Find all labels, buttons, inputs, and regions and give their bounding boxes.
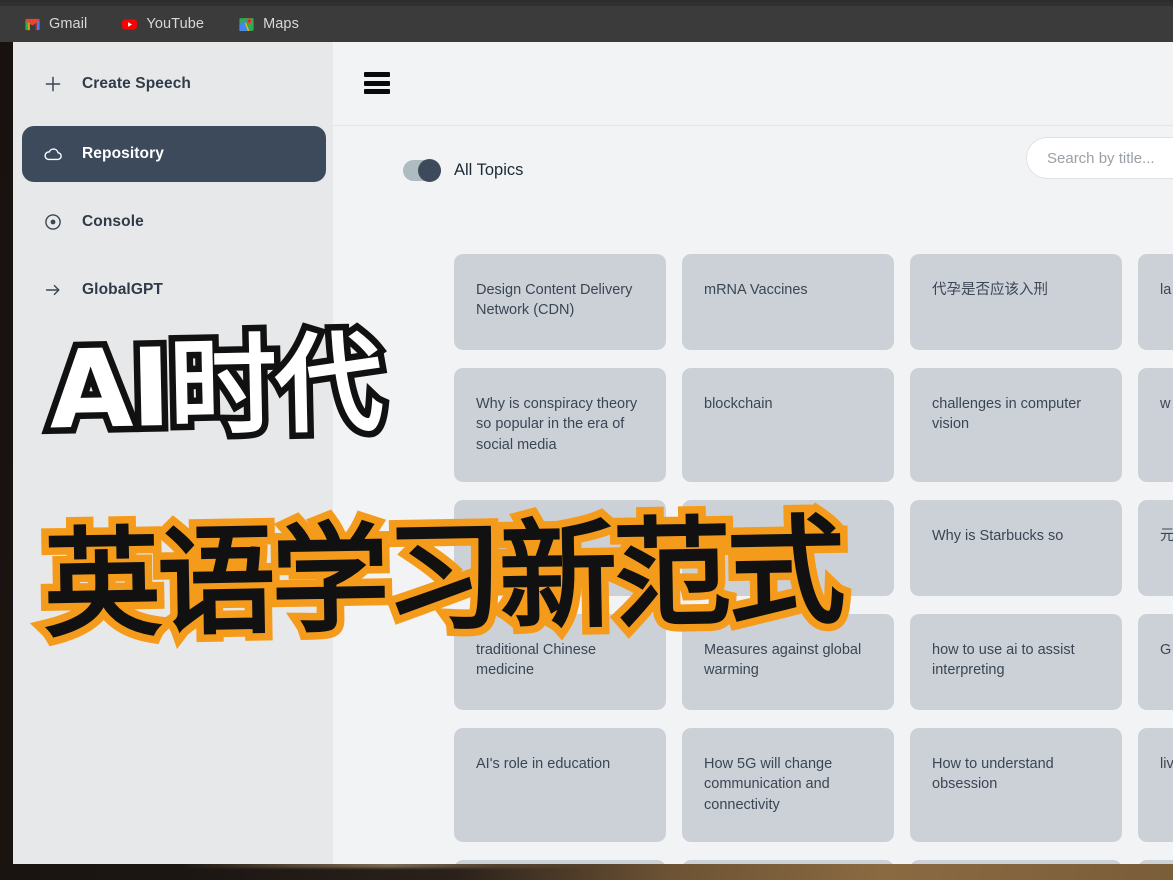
cloud-icon	[44, 145, 62, 163]
topic-card-title: blockchain	[704, 396, 773, 412]
topic-card[interactable]: AI's role in education	[454, 728, 666, 842]
topic-card[interactable]: 元	[1138, 500, 1173, 596]
gmail-icon	[25, 18, 40, 30]
toggle-knob	[418, 159, 441, 182]
sidebar-item-repository[interactable]: Repository	[22, 126, 326, 182]
youtube-icon	[122, 19, 138, 29]
chrome-tabstrip-edge	[0, 2, 1173, 6]
topic-card-title: Design Content Delivery Network (CDN)	[476, 282, 633, 319]
sidebar-item-label: GlobalGPT	[82, 281, 163, 298]
sidebar-item-console[interactable]: Console	[22, 194, 326, 250]
topic-card-title: G	[1160, 642, 1172, 658]
browser-chrome: Gmail YouTube Maps	[0, 0, 1173, 42]
topic-card-title: Why is Starbucks so	[932, 528, 1064, 544]
topic-card-grid-container: Design Content Delivery Network (CDN) mRN…	[333, 219, 1173, 864]
topic-card[interactable]: mRNA Vaccines	[682, 254, 894, 350]
topic-card[interactable]: blockchain	[682, 368, 894, 482]
topic-card[interactable]: 政府透明度	[682, 860, 894, 864]
topic-card-title: Measures against global warming	[704, 642, 862, 679]
sidebar: Create Speech Repository Console GlobalG…	[13, 42, 333, 864]
sidebar-item-label: Repository	[82, 145, 164, 162]
topic-card-title: la ap	[1160, 282, 1173, 298]
web-app-viewport: Create Speech Repository Console GlobalG…	[13, 42, 1173, 864]
topic-card[interactable]: liv	[1138, 728, 1173, 842]
topic-card[interactable]: G	[1138, 614, 1173, 710]
topic-card-title: challenges in computer vision	[932, 396, 1082, 433]
toggle-switch[interactable]	[403, 159, 441, 182]
sidebar-item-label: Create Speech	[82, 75, 191, 92]
topic-card[interactable]: The future of renewable	[454, 860, 666, 864]
all-topics-toggle[interactable]: All Topics	[403, 159, 524, 182]
topic-card-title: 代孕是否应该入刑	[932, 282, 1048, 298]
sidebar-item-create-speech[interactable]: Create Speech	[22, 56, 326, 112]
topic-card[interactable]: how to use ai to assist interpreting	[910, 614, 1122, 710]
bookmark-maps[interactable]: Maps	[234, 13, 303, 36]
bookmark-gmail[interactable]: Gmail	[20, 13, 91, 36]
topic-card[interactable]: 文化遗产	[454, 500, 666, 596]
topic-card[interactable]: Why is Starbucks so	[910, 500, 1122, 596]
topic-card-title: 元	[1160, 528, 1173, 544]
topic-card-title: How 5G will change communication and con…	[704, 756, 833, 813]
topic-card-title: 文化遗产	[476, 528, 534, 544]
main-content: All Topics Design Content Delivery Netwo…	[333, 42, 1173, 864]
topic-card[interactable]: Th	[1138, 860, 1173, 864]
topic-card-title: how to use ai to assist interpreting	[932, 642, 1075, 679]
topic-card-title: How to understand obsession	[932, 756, 1054, 793]
topic-card[interactable]: Measures against global warming	[682, 614, 894, 710]
filter-bar: All Topics	[333, 127, 1173, 219]
app-header	[333, 42, 1173, 126]
topic-card[interactable]: How 5G will change communication and con…	[682, 728, 894, 842]
maps-icon	[239, 17, 254, 31]
all-topics-label: All Topics	[454, 161, 524, 179]
sidebar-item-label: Console	[82, 213, 144, 230]
topic-card-grid: Design Content Delivery Network (CDN) mRN…	[454, 254, 1173, 864]
sidebar-item-globalgpt[interactable]: GlobalGPT	[22, 262, 326, 318]
bookmark-label: YouTube	[146, 16, 205, 32]
topic-card[interactable]: How will crypto currency	[910, 860, 1122, 864]
topic-card[interactable]: la ap	[1138, 254, 1173, 350]
topic-card-title: liv	[1160, 756, 1173, 772]
topic-card-title: AI's role in education	[476, 756, 611, 772]
topic-card-title: traditional Chinese medicine	[476, 642, 597, 679]
topic-card[interactable]: challenges in computer vision	[910, 368, 1122, 482]
hamburger-menu-icon[interactable]	[364, 72, 390, 94]
topic-card[interactable]: How to understand obsession	[910, 728, 1122, 842]
topic-card[interactable]: 代孕是否应该入刑	[910, 254, 1122, 350]
bookmark-label: Gmail	[49, 16, 88, 32]
topic-card[interactable]	[682, 500, 894, 596]
topic-card[interactable]: Why is conspiracy theory so popular in t…	[454, 368, 666, 482]
bookmarks-bar: Gmail YouTube Maps	[20, 8, 303, 40]
plus-icon	[44, 75, 62, 93]
bookmark-youtube[interactable]: YouTube	[117, 13, 208, 36]
topic-card-title: w	[1160, 396, 1171, 412]
arrow-right-icon	[44, 281, 62, 299]
topic-card-title: Why is conspiracy theory so popular in t…	[476, 396, 638, 453]
topic-card-title: mRNA Vaccines	[704, 282, 808, 298]
topic-card[interactable]: traditional Chinese medicine	[454, 614, 666, 710]
bookmark-label: Maps	[263, 16, 299, 32]
target-dot-icon	[44, 213, 62, 231]
topic-card[interactable]: w	[1138, 368, 1173, 482]
search-input[interactable]	[1026, 137, 1173, 179]
topic-card[interactable]: Design Content Delivery Network (CDN)	[454, 254, 666, 350]
